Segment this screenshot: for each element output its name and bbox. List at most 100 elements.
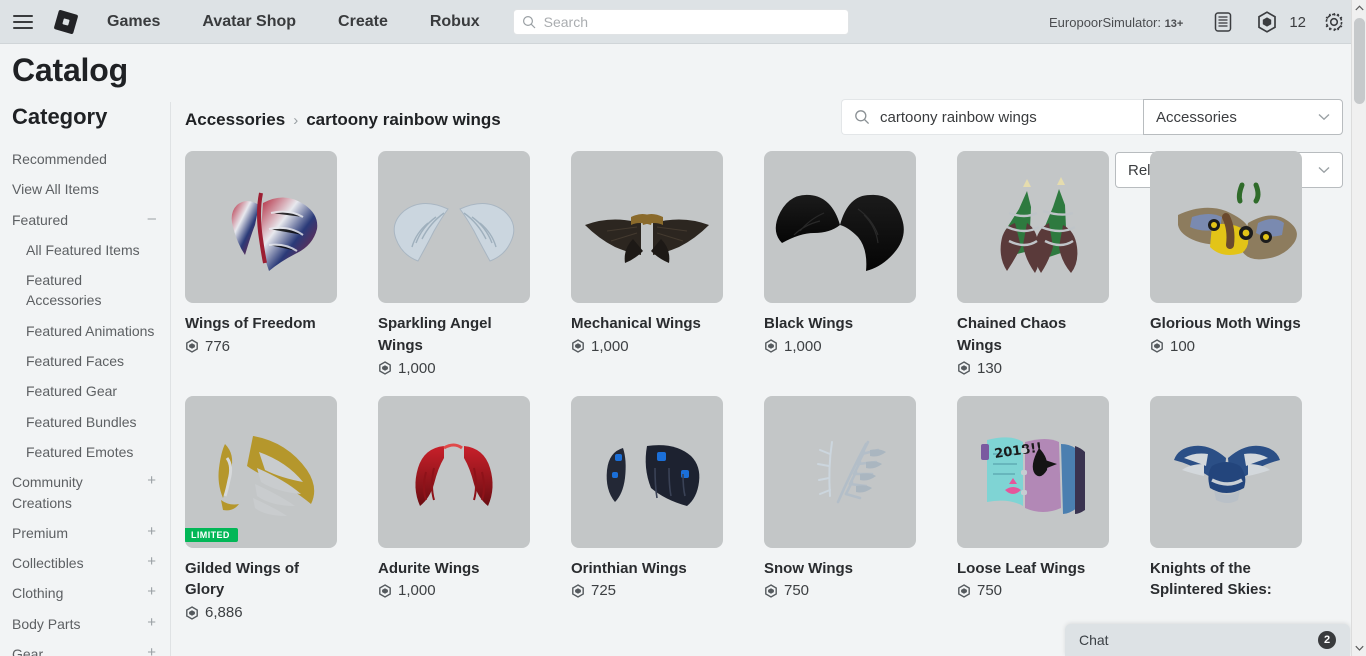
item-name[interactable]: Adurite Wings — [378, 558, 530, 580]
expand-icon[interactable]: + — [147, 614, 156, 632]
catalog-item-card[interactable]: Glorious Moth Wings 100 — [1150, 151, 1302, 377]
page-scrollbar[interactable] — [1351, 0, 1366, 656]
sidebar-item-recommended[interactable]: Recommended — [12, 144, 170, 174]
chat-label: Chat — [1079, 632, 1109, 648]
item-thumbnail-gilded-wings[interactable]: LIMITED — [185, 395, 337, 548]
expand-icon[interactable]: + — [147, 472, 156, 490]
robux-icon — [378, 583, 392, 598]
item-price-value: 6,886 — [205, 604, 243, 621]
item-thumbnail-flag-wings[interactable] — [185, 151, 337, 303]
sidebar-item-featured-faces[interactable]: Featured Faces — [12, 346, 170, 376]
expand-icon[interactable]: + — [147, 644, 156, 656]
item-thumbnail-loose-leaf-wings[interactable]: 2018!! — [957, 395, 1109, 548]
sidebar-item-clothing[interactable]: Clothing + — [12, 578, 170, 608]
sidebar-item-featured-animations[interactable]: Featured Animations — [12, 316, 170, 346]
item-thumbnail-knights-wings[interactable] — [1150, 395, 1302, 548]
catalog-item-card[interactable]: Mechanical Wings 1,000 — [571, 151, 723, 377]
roblox-logo-icon[interactable] — [46, 0, 86, 44]
catalog-item-card[interactable]: Orinthian Wings 725 — [571, 395, 723, 622]
sidebar-item-featured-accessories[interactable]: Featured Accessories — [12, 265, 170, 316]
nav-link-robux[interactable]: Robux — [409, 0, 501, 44]
expand-icon[interactable]: + — [147, 583, 156, 601]
item-thumbnail-orinthian-wings[interactable] — [571, 395, 723, 548]
item-thumbnail-snow-wings[interactable] — [764, 395, 916, 548]
sidebar-item-all-featured-items[interactable]: All Featured Items — [12, 235, 170, 265]
gear-icon[interactable] — [1312, 0, 1356, 44]
robux-icon — [957, 583, 971, 598]
catalog-item-card[interactable]: Wings of Freedom 776 — [185, 151, 337, 377]
sidebar-item-label: View All Items — [12, 181, 99, 198]
item-name[interactable]: Snow Wings — [764, 558, 916, 580]
catalog-item-card[interactable]: Sparkling Angel Wings 1,000 — [378, 151, 530, 377]
sidebar-item-featured-gear[interactable]: Featured Gear — [12, 376, 170, 406]
sidebar-item-label: Recommended — [12, 151, 107, 167]
item-name[interactable]: Knights of the Splintered Skies: — [1150, 558, 1302, 602]
item-name[interactable]: Orinthian Wings — [571, 558, 723, 580]
item-price: 1,000 — [571, 338, 723, 355]
item-thumbnail-mechanical-wings[interactable] — [571, 151, 723, 303]
item-name[interactable]: Sparkling Angel Wings — [378, 313, 530, 357]
sidebar-item-view-all-items[interactable]: View All Items — [12, 174, 170, 204]
sidebar-item-community-creations[interactable]: Community Creations + — [12, 467, 170, 518]
item-thumbnail-angel-wings[interactable] — [378, 151, 530, 303]
item-price-value: 100 — [1170, 337, 1196, 355]
scrollbar-up-arrow-icon[interactable] — [1352, 0, 1366, 16]
nav-link-games[interactable]: Games — [86, 0, 181, 44]
sidebar-item-gear[interactable]: Gear + — [12, 639, 170, 656]
item-name[interactable]: Wings of Freedom — [185, 313, 337, 335]
nav-link-avatar-shop[interactable]: Avatar Shop — [181, 0, 317, 44]
nav-search-box[interactable] — [512, 8, 849, 35]
sidebar-item-collectibles[interactable]: Collectibles + — [12, 548, 170, 578]
sidebar-item-label: Featured Emotes — [26, 443, 134, 460]
item-thumbnail-chained-chaos-wings[interactable] — [957, 151, 1109, 303]
item-price: 1,000 — [378, 360, 530, 377]
page-content: Category Recommended View All Items Featur… — [0, 102, 1366, 656]
messages-icon[interactable] — [1201, 0, 1245, 44]
category-list: Recommended View All Items Featured – All Fe… — [12, 144, 170, 656]
robux-icon — [957, 361, 971, 375]
username-label[interactable]: EuropoorSimulator: 13+ — [1049, 15, 1201, 30]
catalog-item-card[interactable]: LIMITED Gilded Wings of Glory 6,886 — [185, 395, 337, 621]
sidebar-item-label: Clothing — [12, 585, 64, 602]
item-thumbnail-black-wings[interactable] — [764, 151, 916, 303]
breadcrumb-separator: › — [293, 111, 299, 129]
item-price-value: 1,000 — [398, 359, 436, 377]
item-name[interactable]: Chained Chaos Wings — [957, 313, 1109, 357]
scrollbar-down-arrow-icon[interactable] — [1352, 640, 1366, 656]
collapse-icon[interactable]: – — [148, 210, 156, 228]
sidebar-item-featured[interactable]: Featured – — [12, 205, 170, 235]
expand-icon[interactable]: + — [147, 553, 156, 571]
catalog-item-card[interactable]: 2018!! Loose Leaf Wings 750 — [957, 395, 1109, 622]
item-name[interactable]: Black Wings — [764, 313, 916, 335]
page-header: Catalog Accessories Relevance — [0, 44, 1366, 188]
item-name[interactable]: Glorious Moth Wings — [1150, 313, 1302, 335]
catalog-item-card[interactable]: Chained Chaos Wings 130 — [957, 151, 1109, 377]
robux-icon — [571, 583, 585, 598]
expand-icon[interactable]: + — [147, 523, 156, 541]
chat-widget[interactable]: Chat 2 — [1065, 624, 1350, 656]
scrollbar-thumb[interactable] — [1354, 18, 1365, 104]
item-thumbnail-adurite-wings[interactable] — [378, 395, 530, 548]
item-name[interactable]: Mechanical Wings — [571, 313, 723, 335]
catalog-item-card[interactable]: Black Wings 1,000 — [764, 151, 916, 377]
sidebar-item-featured-emotes[interactable]: Featured Emotes — [12, 437, 170, 467]
catalog-item-card[interactable]: Adurite Wings 1,000 — [378, 395, 530, 622]
sidebar-item-label: Body Parts — [12, 615, 81, 632]
robux-icon — [185, 605, 199, 620]
hamburger-menu-icon[interactable] — [0, 0, 46, 44]
breadcrumb-parent[interactable]: Accessories — [185, 110, 285, 130]
robux-balance[interactable]: 12 — [1289, 14, 1312, 31]
item-name[interactable]: Gilded Wings of Glory — [185, 558, 337, 602]
catalog-item-card[interactable]: Snow Wings 750 — [764, 395, 916, 622]
sidebar-item-featured-bundles[interactable]: Featured Bundles — [12, 407, 170, 437]
sidebar-item-body-parts[interactable]: Body Parts + — [12, 609, 170, 639]
robux-icon[interactable] — [1245, 0, 1289, 44]
catalog-item-card[interactable]: Knights of the Splintered Skies: — [1150, 395, 1302, 622]
item-thumbnail-moth-wings[interactable] — [1150, 151, 1302, 303]
sidebar-item-label: Featured Bundles — [26, 413, 137, 430]
item-name[interactable]: Loose Leaf Wings — [957, 558, 1109, 580]
sidebar-item-premium[interactable]: Premium + — [12, 518, 170, 548]
catalog-item-grid: Wings of Freedom 776 Sparkling Angel Wing… — [185, 151, 1366, 621]
nav-link-create[interactable]: Create — [317, 0, 409, 44]
nav-search-input[interactable] — [543, 13, 840, 30]
